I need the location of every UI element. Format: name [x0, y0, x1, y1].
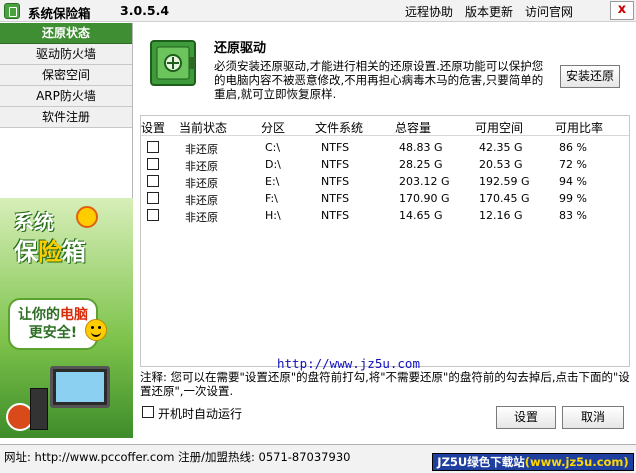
- drive-letter: C:\: [265, 141, 281, 154]
- drive-free: 12.16 G: [479, 209, 523, 222]
- drive-free: 20.53 G: [479, 158, 523, 171]
- drive-ratio: 86 %: [559, 141, 587, 154]
- drive-free: 170.45 G: [479, 192, 530, 205]
- safe-cabinet-icon: [150, 40, 196, 86]
- drive-table: 设置 当前状态 分区 文件系统 总容量 可用空间 可用比率 非还原 C:\ NT…: [140, 115, 630, 371]
- sidebar: 还原状态 驱动防火墙 保密空间 ARP防火墙 软件注册 系统 保险箱 让你的电脑…: [0, 23, 133, 438]
- column-header-total: 总容量: [395, 121, 432, 135]
- drive-filesystem: NTFS: [321, 158, 350, 171]
- promo-slogan: 让你的电脑 更安全!: [8, 298, 98, 350]
- promo-banner: 系统 保险箱 让你的电脑 更安全!: [0, 198, 133, 438]
- autorun-label: 开机时自动运行: [158, 407, 243, 421]
- drive-total: 170.90 G: [399, 192, 450, 205]
- column-header-partition: 分区: [261, 121, 286, 135]
- drive-status: 非还原: [185, 160, 218, 173]
- drive-ratio: 94 %: [559, 175, 587, 188]
- section-heading: 还原驱动: [214, 41, 267, 56]
- checkbox-icon[interactable]: [147, 141, 159, 153]
- checkbox-icon[interactable]: [147, 158, 159, 170]
- drive-status: 非还原: [185, 194, 218, 207]
- drive-free: 42.35 G: [479, 141, 523, 154]
- table-header: 设置 当前状态 分区 文件系统 总容量 可用空间 可用比率: [141, 116, 629, 136]
- sidebar-item-arp-firewall[interactable]: ARP防火墙: [0, 86, 132, 107]
- drive-filesystem: NTFS: [321, 209, 350, 222]
- top-links: 远程协助 版本更新 访问官网: [405, 3, 585, 20]
- drive-free: 192.59 G: [479, 175, 530, 188]
- section-description: 必须安装还原驱动,才能进行相关的还原设置.还原功能可以保护您的电脑内容不被恶意修…: [214, 59, 544, 101]
- drive-ratio: 72 %: [559, 158, 587, 171]
- version-update-link[interactable]: 版本更新: [465, 3, 513, 20]
- download-site-link[interactable]: JZ5U绿色下载站(www.jz5u.com): [432, 453, 634, 471]
- autorun-checkbox[interactable]: [142, 406, 154, 418]
- drive-status: 非还原: [185, 211, 218, 224]
- smiley-icon: [85, 319, 107, 341]
- drive-letter: E:\: [265, 175, 280, 188]
- table-row: 非还原 F:\ NTFS 170.90 G 170.45 G 99 %: [141, 190, 629, 207]
- install-restore-button[interactable]: 安装还原: [560, 65, 620, 88]
- drive-total: 14.65 G: [399, 209, 443, 222]
- drive-letter: H:\: [265, 209, 281, 222]
- sidebar-item-secret-space[interactable]: 保密空间: [0, 65, 132, 86]
- settings-button[interactable]: 设置: [496, 406, 556, 429]
- main-panel: 还原驱动 必须安装还原驱动,才能进行相关的还原设置.还原功能可以保护您的电脑内容…: [134, 23, 636, 438]
- safe-icon: [4, 3, 20, 19]
- drive-filesystem: NTFS: [321, 192, 350, 205]
- promo-title-line1: 系统: [14, 210, 54, 234]
- cancel-button[interactable]: 取消: [562, 406, 624, 429]
- table-row: 非还原 E:\ NTFS 203.12 G 192.59 G 94 %: [141, 173, 629, 190]
- close-button[interactable]: x: [610, 1, 634, 20]
- status-bar: 网址: http://www.pccoffer.com 注册/加盟热线: 057…: [0, 444, 636, 473]
- column-header-setting: 设置: [141, 121, 166, 135]
- app-title: 系统保险箱: [28, 6, 91, 21]
- checkbox-icon[interactable]: [147, 192, 159, 204]
- drive-filesystem: NTFS: [321, 141, 350, 154]
- drive-filesystem: NTFS: [321, 175, 350, 188]
- checkbox-icon[interactable]: [147, 175, 159, 187]
- drive-total: 28.25 G: [399, 158, 443, 171]
- sidebar-item-registration[interactable]: 软件注册: [0, 107, 132, 128]
- drive-letter: F:\: [265, 192, 278, 205]
- monitor-icon: [50, 366, 110, 408]
- visit-website-link[interactable]: 访问官网: [525, 3, 573, 20]
- drive-status: 非还原: [185, 177, 218, 190]
- column-header-ratio: 可用比率: [555, 121, 604, 135]
- drive-status: 非还原: [185, 143, 218, 156]
- drive-letter: D:\: [265, 158, 281, 171]
- website-link[interactable]: http://www.jz5u.com: [277, 356, 420, 371]
- drive-total: 48.83 G: [399, 141, 443, 154]
- promo-title-line2: 保险箱: [14, 238, 86, 266]
- sidebar-item-driver-firewall[interactable]: 驱动防火墙: [0, 44, 132, 65]
- column-header-free: 可用空间: [475, 121, 524, 135]
- table-row: 非还原 D:\ NTFS 28.25 G 20.53 G 72 %: [141, 156, 629, 173]
- sidebar-item-restore-status[interactable]: 还原状态: [0, 23, 132, 44]
- computer-tower-icon: [30, 388, 48, 430]
- table-row: 非还原 C:\ NTFS 48.83 G 42.35 G 86 %: [141, 139, 629, 156]
- status-text: 网址: http://www.pccoffer.com 注册/加盟热线: 057…: [4, 450, 351, 464]
- table-row: 非还原 H:\ NTFS 14.65 G 12.16 G 83 %: [141, 207, 629, 224]
- remote-assist-link[interactable]: 远程协助: [405, 3, 453, 20]
- drive-ratio: 83 %: [559, 209, 587, 222]
- promo-badge-icon: [76, 206, 98, 228]
- checkbox-icon[interactable]: [147, 209, 159, 221]
- drive-total: 203.12 G: [399, 175, 450, 188]
- drive-ratio: 99 %: [559, 192, 587, 205]
- title-bar: 系统保险箱 3.0.5.4 远程协助 版本更新 访问官网 x: [0, 0, 636, 22]
- note-text: 注释: 您可以在需要"设置还原"的盘符前打勾,将"不需要还原"的盘符前的勾去掉后…: [140, 370, 630, 398]
- app-version: 3.0.5.4: [120, 3, 170, 18]
- column-header-status: 当前状态: [179, 121, 228, 135]
- column-header-filesystem: 文件系统: [315, 121, 364, 135]
